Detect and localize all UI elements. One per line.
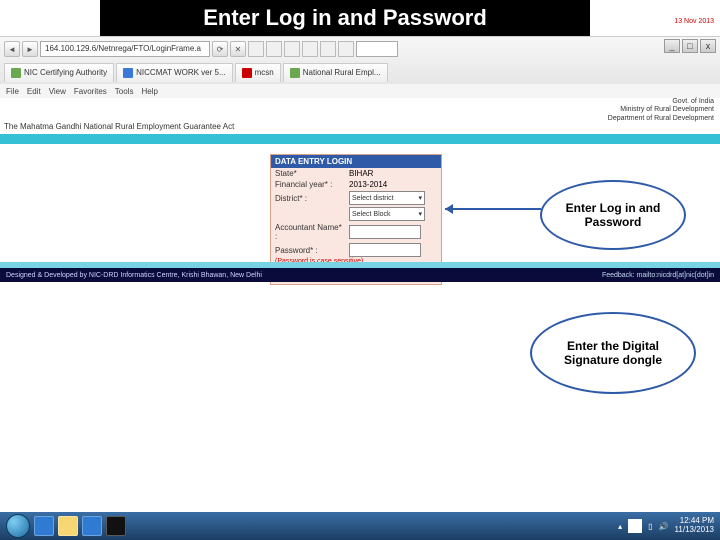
tray-chevron-icon[interactable]: ▴	[618, 522, 622, 531]
district-select[interactable]: Select district▾	[349, 191, 425, 205]
toolbar-icon[interactable]	[338, 41, 354, 57]
browser-chrome: ◄ ► 164.100.129.6/Netnrega/FTO/LoginFram…	[0, 36, 720, 86]
header-accent-bar	[0, 134, 720, 144]
financial-year-label: Financial year* :	[275, 180, 345, 189]
windows-taskbar: ▴ ▯ 🔊 12:44 PM 11/13/2013	[0, 512, 720, 540]
toolbar-icon[interactable]	[248, 41, 264, 57]
stop-button[interactable]: ✕	[230, 41, 246, 57]
callout-dongle: Enter the Digital Signature dongle	[530, 312, 696, 394]
toolbar-icon[interactable]	[266, 41, 282, 57]
developer-footer: Designed & Developed by NIC-DRD Informat…	[0, 268, 720, 282]
browser-tab[interactable]: NICCMAT WORK ver 5...	[116, 63, 233, 82]
page-date: 13 Nov 2013	[674, 18, 714, 25]
feedback-link[interactable]: Feedback: mailto:nicdrd[at]nic[dot]in	[602, 272, 714, 279]
browser-tab[interactable]: mcsn	[235, 63, 281, 82]
window-close-button[interactable]: x	[700, 39, 716, 53]
address-bar[interactable]: 164.100.129.6/Netnrega/FTO/LoginFrame.a	[40, 41, 210, 57]
callout-login: Enter Log in and Password	[540, 180, 686, 250]
tab-label: NICCMAT WORK ver 5...	[136, 64, 226, 82]
slide-title: Enter Log in and Password	[100, 0, 590, 36]
nav-back-button[interactable]: ◄	[4, 41, 20, 57]
browser-tab[interactable]: NIC Certifying Authority	[4, 63, 114, 82]
menu-item[interactable]: File	[6, 87, 19, 96]
taskbar-app-icon[interactable]	[106, 516, 126, 536]
state-value: BIHAR	[349, 169, 373, 178]
financial-year-value: 2013-2014	[349, 180, 387, 189]
system-tray: ▴ ▯ 🔊 12:44 PM 11/13/2013	[618, 517, 714, 535]
start-button[interactable]	[6, 514, 30, 538]
dev-credit: Designed & Developed by NIC-DRD Informat…	[6, 272, 262, 279]
toolbar-icon[interactable]	[284, 41, 300, 57]
menu-item[interactable]: View	[49, 87, 66, 96]
accountant-name-label: Accountant Name* :	[275, 223, 345, 241]
toolbar-icon[interactable]	[302, 41, 318, 57]
menu-item[interactable]: Edit	[27, 87, 41, 96]
menu-item[interactable]: Help	[141, 87, 157, 96]
menu-item[interactable]: Favorites	[74, 87, 107, 96]
scheme-title: The Mahatma Gandhi National Rural Employ…	[4, 122, 234, 131]
clock[interactable]: 12:44 PM 11/13/2013	[675, 517, 714, 535]
chevron-down-icon: ▾	[418, 210, 422, 218]
tab-label: mcsn	[255, 64, 274, 82]
window-minimize-button[interactable]: _	[664, 39, 680, 53]
govt-block: Govt. of India Ministry of Rural Develop…	[608, 98, 714, 123]
page-header: Govt. of India Ministry of Rural Develop…	[0, 98, 720, 118]
browser-tab[interactable]: National Rural Empl...	[283, 63, 388, 82]
block-select[interactable]: Select Block▾	[349, 207, 425, 221]
volume-icon[interactable]: 🔊	[659, 522, 669, 531]
login-title: DATA ENTRY LOGIN	[271, 155, 441, 168]
taskbar-explorer-icon[interactable]	[58, 516, 78, 536]
district-label: District* :	[275, 194, 345, 203]
taskbar-ie2-icon[interactable]	[82, 516, 102, 536]
toolbar-icon[interactable]	[320, 41, 336, 57]
taskbar-ie-icon[interactable]	[34, 516, 54, 536]
action-center-icon[interactable]	[628, 519, 642, 533]
browser-search-input[interactable]	[356, 41, 398, 57]
state-label: State*	[275, 169, 345, 178]
menu-item[interactable]: Tools	[115, 87, 134, 96]
refresh-button[interactable]: ⟳	[212, 41, 228, 57]
callout-arrow	[445, 208, 541, 210]
password-label: Password* :	[275, 246, 345, 255]
network-icon[interactable]: ▯	[648, 522, 652, 531]
browser-menu-bar: File Edit View Favorites Tools Help	[0, 84, 720, 99]
accountant-name-input[interactable]	[349, 225, 421, 239]
chevron-down-icon: ▾	[418, 194, 422, 202]
password-input[interactable]	[349, 243, 421, 257]
nav-forward-button[interactable]: ►	[22, 41, 38, 57]
window-maximize-button[interactable]: □	[682, 39, 698, 53]
tab-label: NIC Certifying Authority	[24, 64, 107, 82]
tab-label: National Rural Empl...	[303, 64, 381, 82]
